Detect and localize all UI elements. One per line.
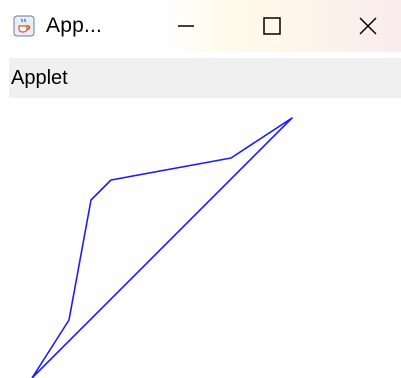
applet-menu-label[interactable]: Applet — [11, 67, 68, 90]
minimize-icon — [178, 25, 194, 27]
maximize-button[interactable] — [244, 6, 300, 46]
applet-window: App... Applet — [0, 0, 401, 378]
maximize-icon — [263, 17, 281, 35]
blue-shape-outline — [31, 117, 293, 378]
applet-canvas — [9, 98, 401, 378]
applet-menu-bar[interactable]: Applet — [9, 58, 401, 98]
drawn-polyline — [31, 117, 293, 378]
close-icon — [359, 17, 377, 35]
close-button[interactable] — [340, 6, 396, 46]
java-coffee-cup-icon[interactable] — [12, 14, 36, 38]
window-title: App... — [46, 14, 103, 37]
minimize-button[interactable] — [158, 6, 214, 46]
title-bar[interactable]: App... — [0, 0, 401, 52]
